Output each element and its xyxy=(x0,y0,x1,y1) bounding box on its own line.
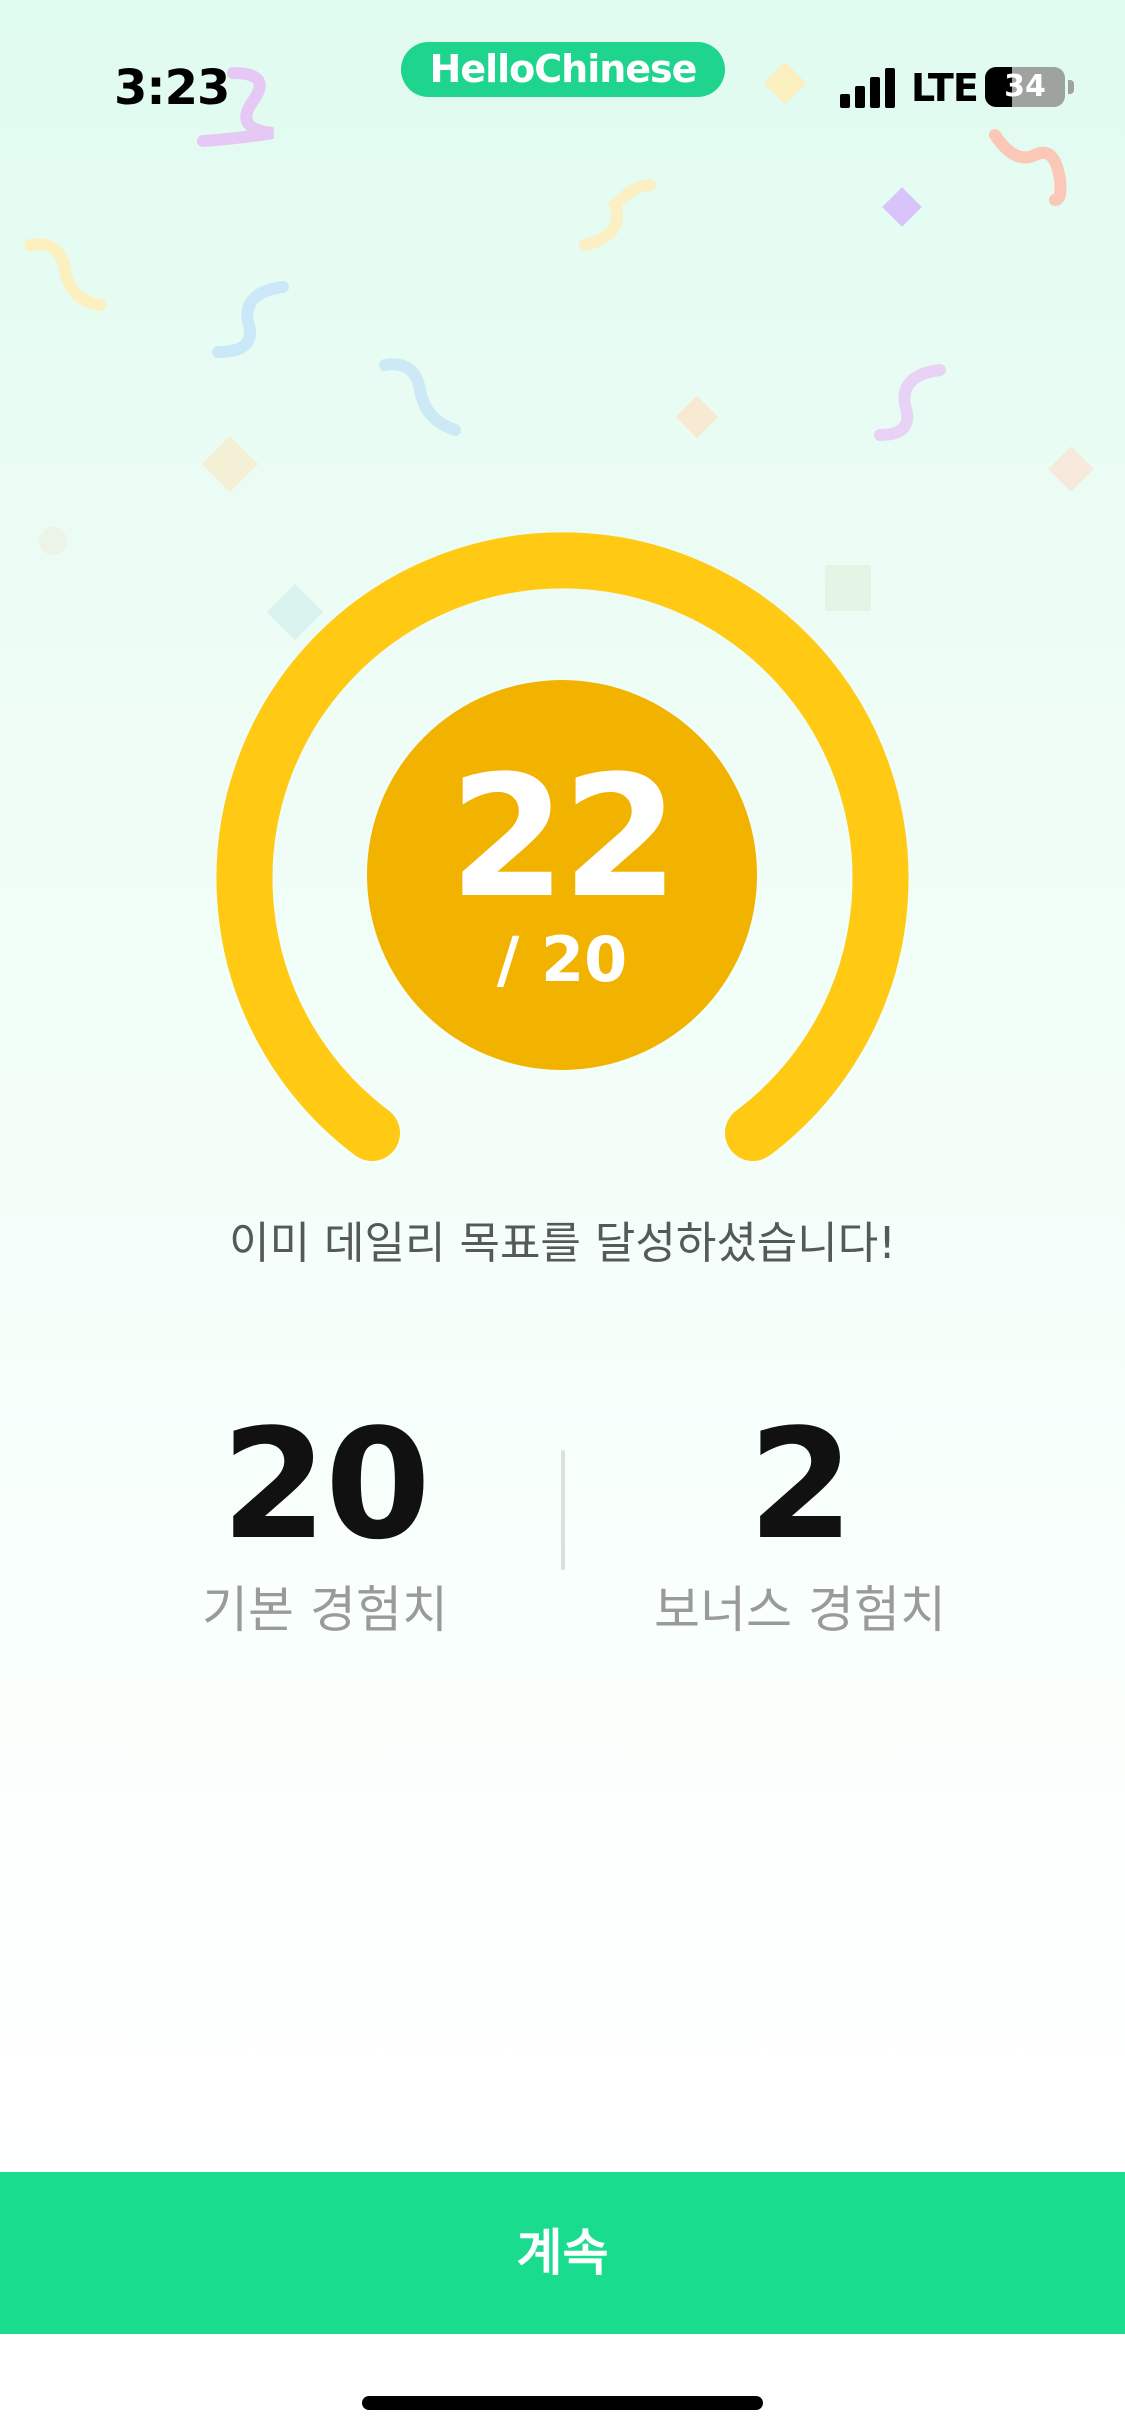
bonus-xp-stat: 2 보너스 경험치 xyxy=(575,1395,1025,1643)
goal-xp: / 20 xyxy=(496,923,628,996)
home-indicator[interactable] xyxy=(362,2396,763,2410)
base-xp-label: 기본 경험치 xyxy=(202,1581,448,1639)
battery-percent: 34 xyxy=(1004,69,1046,104)
network-type: LTE xyxy=(911,66,979,110)
stats-divider xyxy=(561,1450,565,1570)
app-name-pill[interactable]: HelloChinese xyxy=(401,42,725,97)
base-xp-value: 20 xyxy=(221,1396,431,1573)
base-xp-stat: 20 기본 경험치 xyxy=(100,1395,550,1643)
cellular-signal-icon xyxy=(840,66,900,108)
status-bar: 3:23 HelloChinese LTE 34 xyxy=(0,0,1125,150)
current-xp: 22 xyxy=(449,739,679,935)
score-circle: 22 / 20 xyxy=(367,680,757,1070)
goal-achieved-message: 이미 데일리 목표를 달성하셨습니다! xyxy=(229,1218,896,1269)
battery-icon: 34 xyxy=(985,67,1065,107)
continue-button[interactable]: 계속 xyxy=(0,2172,1125,2334)
bonus-xp-label: 보너스 경험치 xyxy=(654,1581,946,1639)
status-time: 3:23 xyxy=(114,60,230,116)
battery-cap xyxy=(1068,80,1074,94)
bonus-xp-value: 2 xyxy=(748,1396,854,1573)
